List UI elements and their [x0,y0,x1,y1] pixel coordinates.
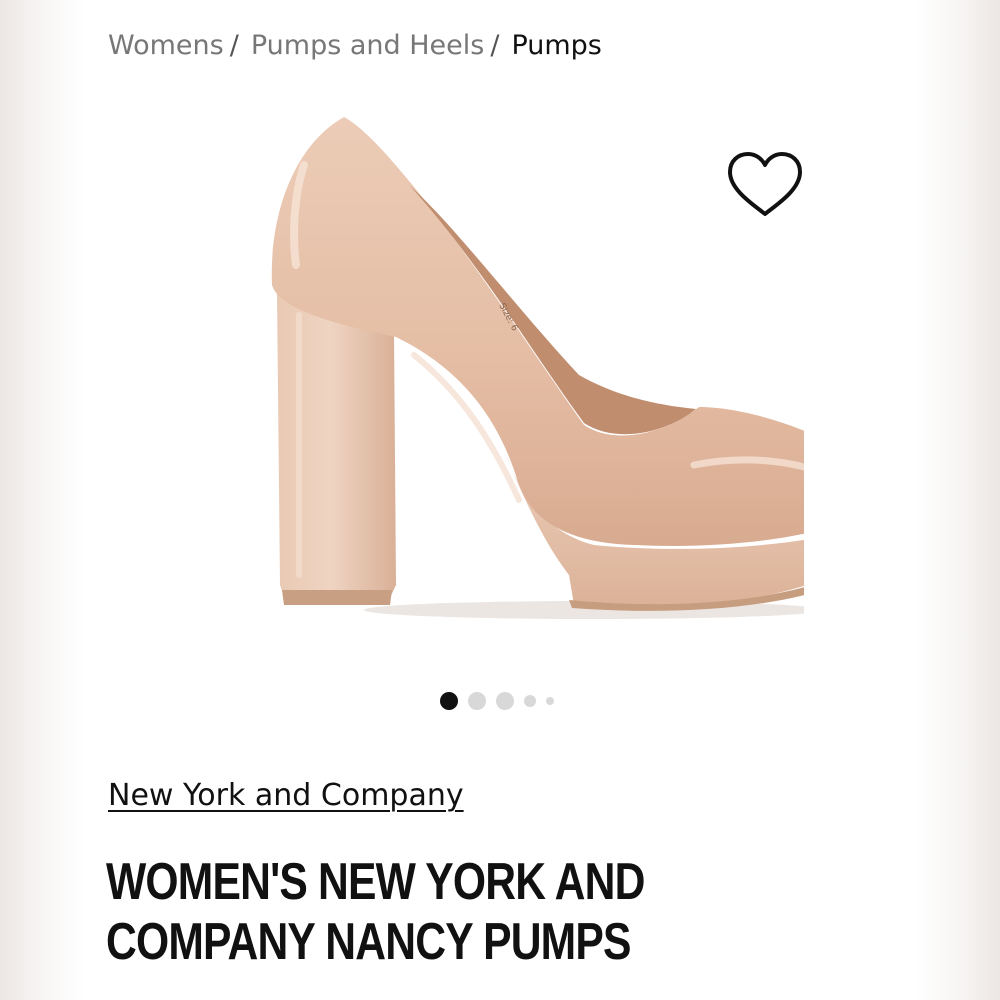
breadcrumb-womens[interactable]: Womens [108,30,224,61]
breadcrumb: Womens / Pumps and Heels / Pumps [108,30,602,61]
carousel-dot[interactable] [496,692,514,710]
product-title-line-1: WOMEN'S NEW YORK AND [106,853,645,911]
page-frame: Womens / Pumps and Heels / Pumps Size: 6… [0,0,1000,1000]
product-page: Womens / Pumps and Heels / Pumps Size: 6… [84,0,916,1000]
breadcrumb-separator: / [229,30,239,61]
product-title-line-2: COMPANY NANCY PUMPS [106,913,631,971]
breadcrumb-current: Pumps [511,30,602,61]
carousel-dot-active[interactable] [440,692,458,710]
product-title: WOMEN'S NEW YORK AND COMPANY NANCY PUMPS [106,852,860,972]
carousel-dot[interactable] [468,692,486,710]
carousel-dot[interactable] [524,695,536,707]
brand-link[interactable]: New York and Company [108,778,464,813]
shoe-illustration: Size: 6 [271,117,867,619]
wishlist-button[interactable] [724,150,806,222]
carousel-dot[interactable] [546,697,554,705]
breadcrumb-pumps-and-heels[interactable]: Pumps and Heels [251,30,484,61]
shoe-heel [277,293,396,602]
breadcrumb-separator: / [490,30,500,61]
heart-outline-icon [728,152,802,216]
carousel-dots [440,690,564,712]
product-image[interactable]: Size: 6 [174,105,867,635]
